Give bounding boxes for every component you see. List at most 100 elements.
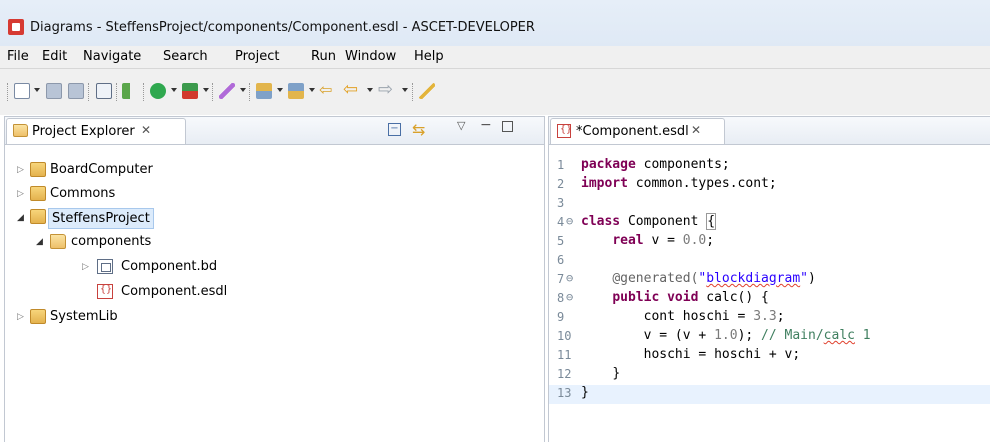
code-line: 9 cont hoschi = 3.3; (549, 309, 990, 328)
expand-icon[interactable]: ▷ (82, 262, 92, 272)
line-number: 8 (557, 291, 565, 305)
save-icon[interactable] (46, 83, 62, 99)
collapse-all-icon[interactable]: − (388, 123, 401, 136)
code-line: 7 ⊖ @generated("blockdiagram") (549, 271, 990, 290)
menu-bar: File Edit Navigate Search Project Run Wi… (0, 46, 990, 69)
editor-tabbar: *Component.esdl ✕ (549, 117, 990, 145)
code-text: } (612, 366, 621, 381)
toolbar-separator (212, 83, 214, 101)
chevron-down-icon[interactable] (240, 88, 246, 92)
tree-item-components[interactable]: ◢ components (5, 231, 544, 253)
code-line: 4 ⊖ class Component { (549, 213, 990, 233)
tree-item-steffensproject[interactable]: ◢ SteffensProject (5, 207, 544, 229)
chevron-down-icon[interactable] (402, 88, 408, 92)
menu-window[interactable]: Window (345, 49, 396, 64)
chevron-down-icon[interactable] (277, 88, 283, 92)
block-diagram-icon (97, 259, 113, 274)
code-text: real v = 0.0; (612, 233, 715, 248)
line-number: 2 (557, 177, 565, 191)
maximize-icon[interactable] (502, 121, 513, 132)
tree-item-component-bd[interactable]: ▷ Component.bd (5, 256, 544, 278)
back-icon[interactable]: ⇦ (343, 81, 359, 99)
tree-item-commons[interactable]: ▷ Commons (5, 183, 544, 205)
menu-file[interactable]: File (7, 49, 29, 64)
tab-component-esdl[interactable]: *Component.esdl ✕ (550, 118, 725, 144)
fold-icon[interactable]: ⊖ (566, 214, 573, 228)
project-explorer-panel: Project Explorer ✕ − ⇆ ▽ − ▷ BoardComput… (4, 116, 545, 442)
pen-icon[interactable] (419, 83, 435, 99)
chevron-down-icon[interactable] (203, 88, 209, 92)
close-icon[interactable]: ✕ (691, 123, 701, 137)
tree-item-label: Component.bd (121, 259, 218, 274)
line-number: 7 (557, 272, 565, 286)
chevron-down-icon[interactable] (34, 88, 40, 92)
tree-item-label: components (71, 234, 152, 249)
code-line-current: 13 } (549, 385, 990, 404)
line-number: 10 (557, 329, 572, 343)
tree-item-label: SystemLib (50, 309, 118, 324)
code-text: @generated("blockdiagram") (612, 271, 816, 286)
expand-icon[interactable]: ▷ (17, 165, 27, 175)
folder-icon (50, 234, 66, 249)
view-menu-icon[interactable]: ▽ (457, 119, 465, 132)
chevron-down-icon[interactable] (171, 88, 177, 92)
menu-help[interactable]: Help (414, 49, 444, 64)
chevron-down-icon[interactable] (309, 88, 315, 92)
title-bar: Diagrams - SteffensProject/components/Co… (0, 0, 990, 46)
external-tool-icon[interactable] (182, 83, 198, 99)
last-edit-icon[interactable]: ⇦ (319, 82, 335, 98)
line-number: 5 (557, 234, 565, 248)
code-line: 2 import common.types.cont; (549, 176, 990, 195)
debug-run-icon[interactable] (122, 83, 138, 99)
line-number: 4 (557, 215, 565, 229)
menu-project[interactable]: Project (235, 49, 279, 64)
tree-item-boardcomputer[interactable]: ▷ BoardComputer (5, 159, 544, 181)
tab-component-esdl-label: *Component.esdl (576, 124, 689, 139)
close-icon[interactable]: ✕ (141, 123, 151, 137)
project-icon (30, 186, 46, 201)
tree-item-label: SteffensProject (48, 208, 154, 229)
line-number: 3 (557, 196, 565, 210)
next-annotation-icon[interactable] (256, 83, 272, 99)
expand-icon[interactable]: ▷ (17, 312, 27, 322)
tree-item-component-esdl[interactable]: Component.esdl (5, 281, 544, 303)
run-icon[interactable] (150, 83, 166, 99)
toolbar-separator (7, 83, 9, 101)
project-icon (30, 209, 46, 224)
esdl-file-icon (557, 124, 572, 138)
toolbar-separator (412, 83, 414, 101)
code-line: 5 real v = 0.0; (549, 233, 990, 252)
collapse-icon[interactable]: ◢ (36, 237, 46, 247)
link-with-editor-icon[interactable]: ⇆ (412, 120, 425, 139)
prev-annotation-icon[interactable] (288, 83, 304, 99)
toolbar-separator (116, 83, 118, 101)
annotation-icon[interactable] (219, 83, 235, 99)
save-all-icon[interactable] (68, 83, 84, 99)
tree-item-label: Commons (50, 186, 116, 201)
code-editor[interactable]: 1 package components; 2 import common.ty… (549, 145, 990, 442)
fold-icon[interactable]: ⊖ (566, 271, 573, 285)
code-text: v = (v + 1.0); // Main/calc 1 (643, 328, 871, 343)
tab-project-explorer-label: Project Explorer (32, 124, 135, 139)
tab-project-explorer[interactable]: Project Explorer ✕ (6, 118, 186, 144)
minimize-icon[interactable]: − (480, 117, 492, 133)
expand-icon[interactable]: ▷ (17, 189, 27, 199)
main-toolbar: ⇦ ⇦ ⇨ (0, 69, 990, 115)
code-text: import common.types.cont; (581, 176, 777, 191)
project-explorer-tabbar: Project Explorer ✕ − ⇆ ▽ − (5, 117, 544, 145)
collapse-icon[interactable]: ◢ (17, 213, 27, 223)
build-icon[interactable] (96, 83, 112, 99)
menu-search[interactable]: Search (163, 49, 208, 64)
editor-panel: *Component.esdl ✕ 1 package components; … (548, 116, 990, 442)
tree-item-systemlib[interactable]: ▷ SystemLib (5, 306, 544, 328)
fold-icon[interactable]: ⊖ (566, 290, 573, 304)
code-line: 6 (549, 252, 990, 271)
project-explorer-icon (13, 124, 28, 137)
forward-icon[interactable]: ⇨ (378, 81, 394, 99)
menu-navigate[interactable]: Navigate (83, 49, 141, 64)
menu-run[interactable]: Run (311, 49, 336, 64)
chevron-down-icon[interactable] (367, 88, 373, 92)
new-icon[interactable] (14, 83, 30, 99)
menu-edit[interactable]: Edit (42, 49, 67, 64)
app-icon (8, 19, 24, 35)
